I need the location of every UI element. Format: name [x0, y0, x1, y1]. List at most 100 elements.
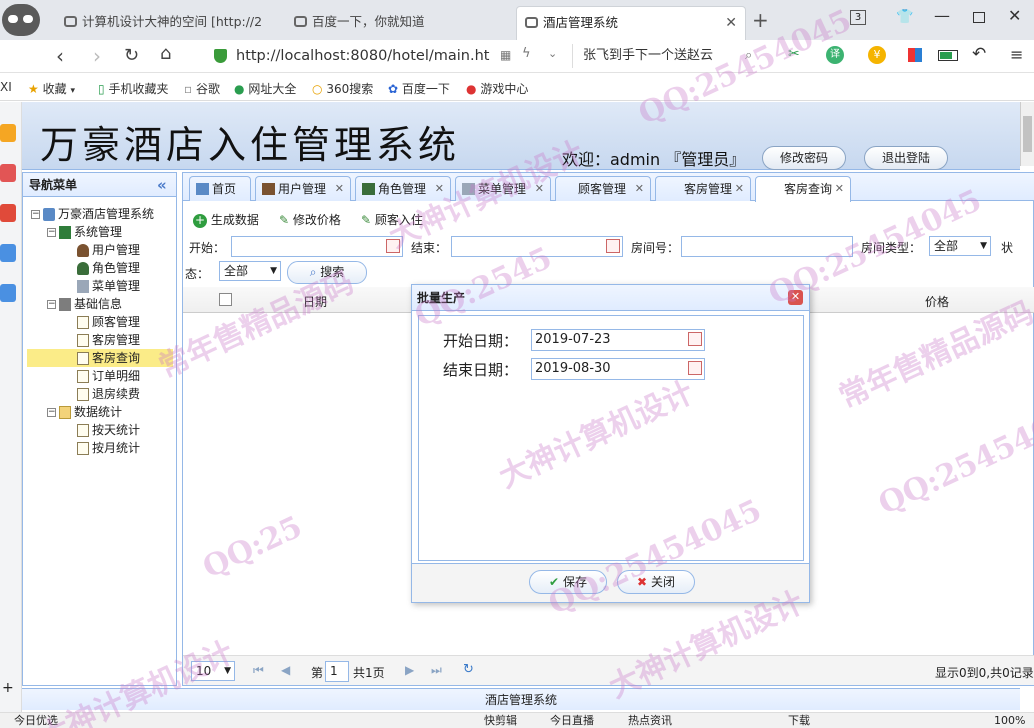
star-icon[interactable]: [0, 124, 16, 142]
prev-page-icon[interactable]: ◀: [281, 663, 290, 677]
home-icon[interactable]: ⌂: [160, 43, 171, 64]
calendar-icon[interactable]: [688, 332, 702, 346]
tree-group-system[interactable]: − 系统管理: [47, 223, 122, 241]
status-item-live[interactable]: 今日直播: [550, 713, 594, 728]
tree-group-stats[interactable]: − 数据统计: [47, 403, 122, 421]
close-icon[interactable]: ✕: [788, 290, 803, 305]
translate-icon[interactable]: 译: [826, 46, 844, 64]
close-icon[interactable]: ✕: [835, 177, 844, 201]
note-icon[interactable]: [0, 284, 16, 302]
page-scrollbar[interactable]: [1020, 102, 1034, 166]
collapse-node-icon[interactable]: −: [47, 408, 56, 417]
collapse-icon[interactable]: «: [157, 173, 167, 197]
collapse-node-icon[interactable]: −: [31, 210, 40, 219]
browser-tab-3[interactable]: 酒店管理系统 ✕: [516, 6, 746, 40]
logout-button[interactable]: 退出登陆: [864, 146, 948, 170]
sidebar-item-monthly[interactable]: 按月统计: [77, 439, 140, 457]
shirt-icon[interactable]: 👕: [896, 9, 913, 25]
bookmark-hao[interactable]: ● 网址大全: [234, 80, 296, 97]
sidebar-item-customers[interactable]: 顾客管理: [77, 313, 140, 331]
select-all-checkbox[interactable]: [219, 293, 232, 306]
sidebar-item-users[interactable]: 用户管理: [77, 241, 140, 259]
status-item-news[interactable]: 热点资讯: [628, 713, 672, 728]
save-button[interactable]: ✔ 保存: [529, 570, 607, 594]
close-icon[interactable]: ✕: [335, 177, 344, 201]
bookmark-360[interactable]: ○ 360搜索: [312, 80, 373, 97]
generate-data-button[interactable]: + 生成数据: [193, 211, 259, 228]
end-date-field[interactable]: 2019-08-30: [531, 358, 705, 380]
sidebar-item-menus[interactable]: 菜单管理: [77, 277, 140, 295]
tab-roles[interactable]: 角色管理 ✕: [355, 176, 451, 201]
bookmark-games[interactable]: ● 游戏中心: [466, 80, 528, 97]
refresh-icon[interactable]: ↻: [463, 662, 474, 677]
reload-icon[interactable]: ↻: [124, 45, 139, 66]
browser-tab-2[interactable]: 百度一下，你就知道: [286, 6, 508, 40]
collapse-node-icon[interactable]: −: [47, 228, 56, 237]
first-page-icon[interactable]: ⏮: [253, 663, 264, 678]
sidebar-item-rooms[interactable]: 客房管理: [77, 331, 140, 349]
search-icon[interactable]: ⌕: [745, 44, 752, 68]
sidebar-item-orders[interactable]: 订单明细: [77, 367, 140, 385]
minimize-button[interactable]: —: [934, 6, 950, 25]
menu-icon[interactable]: ≡: [1010, 45, 1023, 64]
calendar-icon[interactable]: [386, 239, 400, 253]
bookmark-mobile[interactable]: ▯ 手机收藏夹: [98, 80, 168, 97]
maximize-button[interactable]: [973, 12, 985, 23]
close-icon[interactable]: ✕: [435, 177, 444, 201]
search-input[interactable]: 张飞到手下一个送赵云 ⌕: [572, 44, 768, 68]
close-icon[interactable]: ✕: [735, 177, 744, 201]
column-header-price[interactable]: 价格: [925, 293, 949, 310]
room-number-input[interactable]: [681, 236, 853, 257]
next-page-icon[interactable]: ▶: [405, 663, 414, 677]
tab-count-badge[interactable]: 3: [850, 10, 866, 25]
back-icon[interactable]: ‹: [56, 44, 64, 68]
end-date-input[interactable]: [451, 236, 623, 257]
calendar-icon[interactable]: [688, 361, 702, 375]
mail-icon[interactable]: [0, 244, 16, 262]
start-date-input[interactable]: [231, 236, 403, 257]
change-password-button[interactable]: 修改密码: [762, 146, 846, 170]
tab-menus[interactable]: 菜单管理 ✕: [455, 176, 551, 201]
room-type-select[interactable]: 全部 ▼: [929, 236, 991, 256]
tab-customers[interactable]: 顾客管理 ✕: [555, 176, 651, 201]
bookmark-google[interactable]: ▫ 谷歌: [184, 80, 220, 97]
close-icon[interactable]: ✕: [535, 177, 544, 201]
add-icon[interactable]: +: [2, 680, 14, 696]
dropdown-icon[interactable]: ⌄: [548, 47, 557, 60]
checkin-button[interactable]: ✎ 顾客入住: [361, 211, 423, 228]
column-header-date[interactable]: 日期: [303, 293, 327, 310]
bookmark-baidu[interactable]: ✿ 百度一下: [388, 80, 450, 97]
close-tab-icon[interactable]: ✕: [725, 7, 737, 39]
search-button[interactable]: ⌕ 搜索: [287, 261, 367, 284]
status-select[interactable]: 全部 ▼: [219, 261, 281, 281]
app-icon[interactable]: [0, 164, 16, 182]
apps-grid-icon[interactable]: [908, 48, 922, 62]
tab-users[interactable]: 用户管理 ✕: [255, 176, 351, 201]
scissors-icon[interactable]: ✂: [788, 46, 800, 62]
coin-icon[interactable]: ¥: [868, 46, 886, 64]
bookmark-favorites[interactable]: ★ 收藏 ▾: [28, 80, 75, 97]
start-date-field[interactable]: 2019-07-23: [531, 329, 705, 351]
zoom-level[interactable]: 100%: [994, 713, 1025, 728]
forward-icon[interactable]: ›: [93, 44, 101, 68]
collapse-node-icon[interactable]: −: [47, 300, 56, 309]
sidebar-item-room-query[interactable]: 客房查询: [27, 349, 173, 367]
undo-icon[interactable]: ↶: [972, 44, 986, 64]
lightning-icon[interactable]: ϟ: [522, 46, 531, 61]
tab-room-query[interactable]: 客房查询 ✕: [755, 176, 851, 202]
tree-root[interactable]: − 万豪酒店管理系统: [31, 205, 154, 223]
edit-price-button[interactable]: ✎ 修改价格: [279, 211, 341, 228]
close-button[interactable]: ✖ 关闭: [617, 570, 695, 594]
weibo-icon[interactable]: [0, 204, 16, 222]
sidebar-item-roles[interactable]: 角色管理: [77, 259, 140, 277]
browser-tab-1[interactable]: 计算机设计大神的空间 [http://2: [56, 6, 278, 40]
sidebar-item-checkout[interactable]: 退房续费: [77, 385, 140, 403]
qr-icon[interactable]: ▦: [500, 48, 511, 62]
battery-icon[interactable]: [938, 50, 958, 61]
status-item-download[interactable]: 下载: [788, 713, 810, 728]
last-page-icon[interactable]: ⏭: [431, 663, 442, 678]
tab-home[interactable]: 首页: [189, 176, 251, 201]
page-size-select[interactable]: 10 ▼: [191, 661, 235, 681]
page-number-input[interactable]: 1: [325, 661, 349, 682]
close-icon[interactable]: ✕: [635, 177, 644, 201]
